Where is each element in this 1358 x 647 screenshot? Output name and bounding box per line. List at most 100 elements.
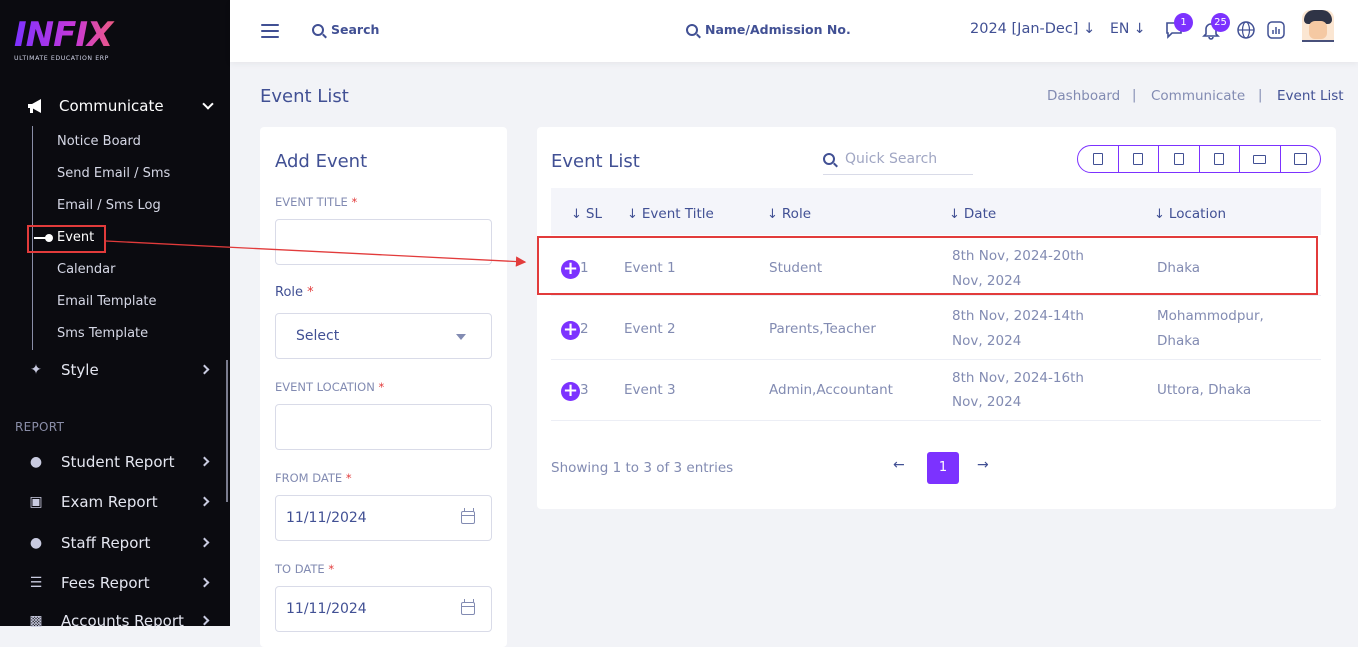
website-button[interactable] xyxy=(1235,20,1257,42)
notification-badge: 25 xyxy=(1211,13,1230,32)
sidebar-item-event[interactable]: Event xyxy=(57,230,94,245)
logo[interactable]: INFIX ULTIMATE EDUCATION ERP xyxy=(14,16,134,66)
sidebar-item-student-report[interactable]: ● Student Report xyxy=(26,450,216,474)
column-location[interactable]: ↓ Location xyxy=(1154,206,1226,222)
academic-year-select[interactable]: 2024 [Jan-Dec] ↓ xyxy=(970,21,1095,37)
quick-search-input[interactable]: Quick Search xyxy=(823,144,973,175)
to-date-input[interactable]: 11/11/2024 xyxy=(275,586,492,632)
copy-button[interactable] xyxy=(1078,146,1119,172)
chat-button[interactable]: 1 xyxy=(1163,13,1193,42)
pdf-button[interactable] xyxy=(1200,146,1240,172)
search-button[interactable]: Search xyxy=(312,22,379,37)
breadcrumb-dashboard[interactable]: Dashboard xyxy=(1047,88,1120,104)
print-icon xyxy=(1253,154,1267,164)
breadcrumb-communicate[interactable]: Communicate xyxy=(1151,88,1245,104)
chevron-right-icon xyxy=(199,364,210,375)
to-date-label: TO DATE * xyxy=(275,562,335,576)
column-role[interactable]: ↓ Role xyxy=(767,206,811,222)
chevron-right-icon xyxy=(199,456,210,467)
cell-date-cont: Nov, 2024 xyxy=(952,333,1022,349)
sidebar-item-exam-report[interactable]: ▣ Exam Report xyxy=(26,490,216,514)
language-select[interactable]: EN ↓ xyxy=(1110,21,1146,37)
style-icon: ✦ xyxy=(30,362,42,378)
event-location-label: EVENT LOCATION * xyxy=(275,380,385,394)
column-visibility-button[interactable] xyxy=(1281,146,1321,172)
chevron-right-icon xyxy=(199,577,210,588)
academic-year-value: 2024 [Jan-Dec] xyxy=(970,21,1079,37)
chevron-right-icon xyxy=(199,496,210,507)
pagination-prev-icon[interactable]: ← xyxy=(893,457,905,473)
sidebar: INFIX ULTIMATE EDUCATION ERP Communicate… xyxy=(0,0,230,630)
language-value: EN xyxy=(1110,21,1130,37)
sidebar-item-email-template[interactable]: Email Template xyxy=(57,294,157,309)
calendar-icon[interactable] xyxy=(461,599,475,615)
event-location-input[interactable] xyxy=(275,404,492,450)
search-icon xyxy=(686,23,698,36)
event-title-label: EVENT TITLE * xyxy=(275,195,358,209)
columns-icon xyxy=(1293,153,1307,165)
pagination-page-current[interactable]: 1 xyxy=(927,452,959,484)
sidebar-item-accounts-report[interactable]: ▩ Accounts Report xyxy=(26,609,216,633)
sidebar-item-fees-report[interactable]: ☰ Fees Report xyxy=(26,571,216,595)
sidebar-item-notice-board[interactable]: Notice Board xyxy=(57,134,141,149)
cell-location: Mohammodpur, xyxy=(1157,308,1264,324)
event-list-card: Event List Quick Search ↓ SL ↓ Event Title… xyxy=(537,127,1336,509)
scrollbar[interactable] xyxy=(226,360,228,502)
event-title-input[interactable] xyxy=(275,219,492,265)
page-title: Event List xyxy=(260,86,349,107)
table-row[interactable]: + 2 Event 2 Parents,Teacher 8th Nov, 202… xyxy=(551,296,1321,360)
role-select[interactable]: Select xyxy=(275,313,492,359)
entries-info: Showing 1 to 3 of 3 entries xyxy=(551,460,734,476)
sidebar-item-email-sms-log[interactable]: Email / Sms Log xyxy=(57,198,161,213)
event-list-title: Event List xyxy=(551,151,640,172)
csv-button[interactable] xyxy=(1159,146,1200,172)
chart-icon xyxy=(1267,21,1285,39)
chevron-down-icon xyxy=(202,98,214,110)
avatar[interactable] xyxy=(1302,10,1334,50)
arrow-down-icon: ↓ xyxy=(1133,21,1146,37)
sort-icon: ↓ xyxy=(949,207,960,222)
expand-plus-icon[interactable]: + xyxy=(561,321,580,340)
calendar-icon[interactable] xyxy=(461,508,475,524)
sidebar-item-label: Accounts Report xyxy=(61,612,184,630)
cell-date-cont: Nov, 2024 xyxy=(952,394,1022,410)
sidebar-item-calendar[interactable]: Calendar xyxy=(57,262,115,277)
sidebar-item-communicate[interactable]: Communicate xyxy=(26,94,216,118)
pagination-next-icon[interactable]: → xyxy=(977,457,989,473)
column-sl[interactable]: ↓ SL xyxy=(571,206,602,222)
cell-role: Admin,Accountant xyxy=(769,382,893,398)
sidebar-item-label: Communicate xyxy=(59,97,164,115)
chat-badge: 1 xyxy=(1174,13,1193,32)
cell-sl: 2 xyxy=(580,321,589,337)
sidebar-item-send-email-sms[interactable]: Send Email / Sms xyxy=(57,166,170,181)
sidebar-item-label: Style xyxy=(61,361,99,379)
add-event-card: Add Event EVENT TITLE * Role * Select EV… xyxy=(260,127,507,647)
cell-date: 8th Nov, 2024-14th xyxy=(952,308,1084,324)
column-date[interactable]: ↓ Date xyxy=(949,206,996,222)
cell-location-cont: Dhaka xyxy=(1157,333,1201,349)
sidebar-item-style[interactable]: ✦ Style xyxy=(26,358,216,382)
active-indicator-icon xyxy=(34,234,53,242)
add-event-title: Add Event xyxy=(275,151,368,172)
sidebar-item-staff-report[interactable]: ● Staff Report xyxy=(26,531,216,555)
sidebar-item-label: Fees Report xyxy=(61,574,150,592)
caret-down-icon xyxy=(456,334,466,340)
print-button[interactable] xyxy=(1240,146,1281,172)
breadcrumb-separator: | xyxy=(1258,88,1263,103)
excel-button[interactable] xyxy=(1119,146,1159,172)
sidebar-item-label: Student Report xyxy=(61,453,175,471)
from-date-input[interactable]: 11/11/2024 xyxy=(275,495,492,541)
hamburger-menu-icon[interactable] xyxy=(261,24,279,38)
notification-button[interactable]: 25 xyxy=(1200,13,1230,42)
search-label: Search xyxy=(331,22,380,37)
name-admission-search[interactable]: Name/Admission No. xyxy=(686,22,851,37)
table-row[interactable]: + 3 Event 3 Admin,Accountant 8th Nov, 20… xyxy=(551,360,1321,421)
sidebar-item-sms-template[interactable]: Sms Template xyxy=(57,326,148,341)
expand-plus-icon[interactable]: + xyxy=(561,382,580,401)
breadcrumb-event-list[interactable]: Event List xyxy=(1277,88,1344,104)
analytics-button[interactable] xyxy=(1265,20,1287,42)
report-heading: REPORT xyxy=(15,420,65,434)
column-event-title[interactable]: ↓ Event Title xyxy=(627,206,714,222)
search-icon xyxy=(823,153,835,165)
wallet-icon: ▩ xyxy=(29,613,43,629)
